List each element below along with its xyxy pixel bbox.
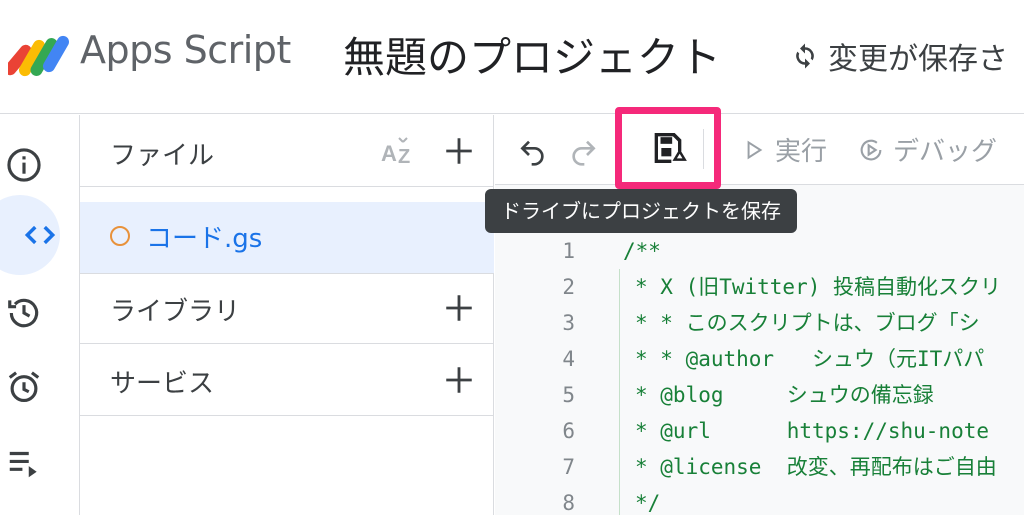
- divider: [80, 343, 494, 344]
- svg-text:A: A: [381, 141, 397, 166]
- debug-icon: [860, 139, 882, 160]
- line-number: 1: [562, 239, 575, 263]
- rail-history[interactable]: [0, 289, 48, 337]
- line-number: 7: [562, 455, 575, 479]
- editor-pane: 実行 デバッグ ドライブにプロジェクトを保存 1 /** 2 * X (旧Twi…: [485, 107, 1024, 515]
- left-rail: [0, 115, 80, 515]
- line-number: 2: [562, 275, 575, 299]
- code-icon: [24, 225, 56, 245]
- unsaved-dot-icon: [110, 226, 130, 246]
- rail-editor[interactable]: [0, 195, 60, 275]
- code-line: 5 * @blog シュウの備忘録: [495, 377, 1024, 413]
- code-line: 8 */: [495, 485, 1024, 515]
- line-text: * @url https://shu-note: [635, 419, 990, 443]
- services-label: サービス: [110, 369, 215, 399]
- line-number: 5: [562, 383, 575, 407]
- add-service-icon[interactable]: [442, 363, 476, 397]
- save-to-drive-button[interactable]: [615, 107, 721, 189]
- alarm-icon: [8, 371, 40, 403]
- editor-toolbar: 実行 デバッグ ドライブにプロジェクトを保存: [485, 107, 1024, 233]
- save-status: 変更が保存さ: [790, 34, 1008, 78]
- code-line: 7 * @license 改変、再配布はご自由: [495, 449, 1024, 485]
- line-text: */: [635, 491, 661, 515]
- line-number: 6: [562, 419, 575, 443]
- line-number: 4: [562, 347, 575, 371]
- libraries-label: ライブラリ: [110, 297, 241, 327]
- svg-text:Z: Z: [398, 146, 410, 167]
- code-line: 3 * * このスクリプトは、ブログ「シ: [495, 305, 1024, 341]
- code-line: 2 * X (旧Twitter) 投稿自動化スクリ: [495, 269, 1024, 305]
- code-line: 1 /**: [495, 233, 1024, 269]
- add-library-icon[interactable]: [442, 291, 476, 325]
- line-number: 3: [562, 311, 575, 335]
- code-line: 6 * @url https://shu-note: [495, 413, 1024, 449]
- file-item-code-gs[interactable]: コード.gs: [80, 202, 494, 274]
- line-text: * @license 改変、再配布はご自由: [635, 455, 997, 479]
- app-name: Apps Script: [80, 28, 291, 72]
- project-title[interactable]: 無題のプロジェクト: [343, 24, 721, 85]
- line-number: 8: [562, 491, 575, 515]
- save-status-text: 変更が保存さ: [828, 42, 1008, 77]
- line-text: * * @author シュウ（元ITパパ: [635, 347, 985, 371]
- play-icon: [747, 140, 763, 159]
- debug-label: デバッグ: [893, 137, 998, 167]
- info-icon: [7, 148, 41, 182]
- sync-icon: [796, 43, 814, 69]
- line-text: * X (旧Twitter) 投稿自動化スクリ: [635, 275, 1002, 299]
- debug-button[interactable]: デバッグ: [857, 131, 997, 168]
- line-text: /**: [623, 239, 661, 263]
- sort-az-icon[interactable]: A Z: [380, 135, 418, 167]
- history-icon: [8, 298, 39, 328]
- file-name: コード.gs: [146, 224, 263, 254]
- save-tooltip: ドライブにプロジェクトを保存: [485, 189, 797, 233]
- apps-script-logo[interactable]: [8, 32, 72, 86]
- run-label: 実行: [775, 137, 828, 167]
- divider: [80, 415, 494, 416]
- files-header: ファイル A Z: [80, 115, 494, 187]
- divider: [80, 273, 494, 274]
- code-line: 4 * * @author シュウ（元ITパパ: [495, 341, 1024, 377]
- rail-executions[interactable]: [0, 439, 48, 487]
- run-button[interactable]: 実行: [741, 131, 827, 168]
- files-section-label: ファイル: [110, 141, 215, 171]
- save-drive-icon: [654, 133, 687, 163]
- line-text: * @blog シュウの備忘録: [635, 383, 934, 407]
- redo-icon[interactable]: [567, 135, 599, 167]
- undo-icon[interactable]: [517, 135, 549, 167]
- rail-triggers[interactable]: [0, 363, 48, 411]
- header: Apps Script 無題のプロジェクト 変更が保存さ: [0, 0, 1024, 114]
- line-text: * * このスクリプトは、ブログ「シ: [635, 311, 980, 335]
- files-panel: ファイル A Z コード.gs ライブラリ サービス: [80, 115, 494, 515]
- toolbar-separator: [703, 129, 704, 169]
- rail-overview[interactable]: [0, 141, 48, 189]
- executions-icon: [9, 451, 37, 478]
- add-file-icon[interactable]: [442, 134, 476, 168]
